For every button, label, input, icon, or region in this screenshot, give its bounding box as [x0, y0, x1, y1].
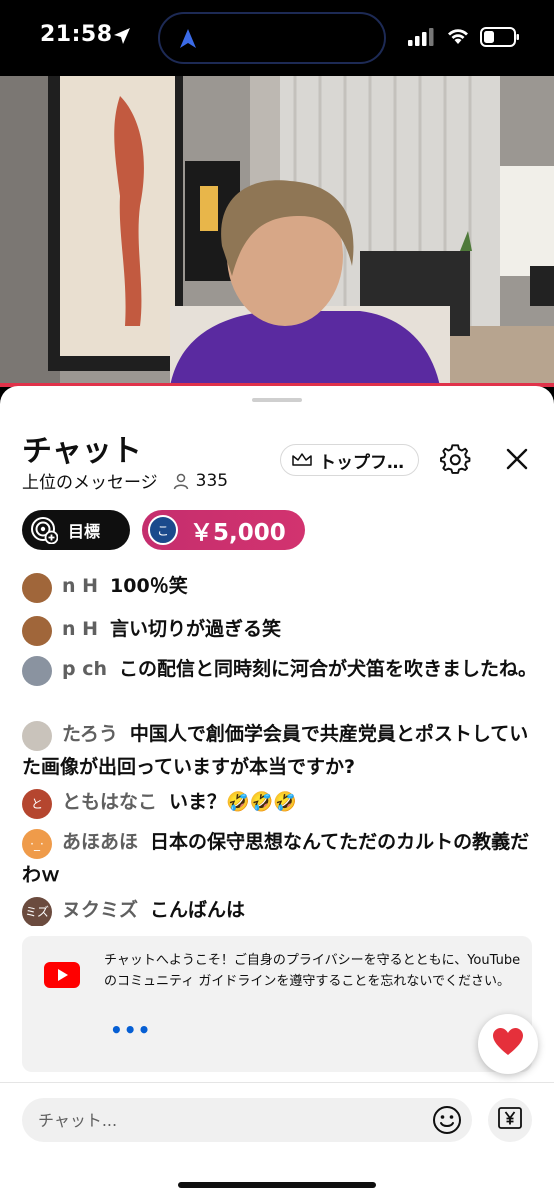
wifi-icon — [446, 26, 470, 50]
avatar — [22, 656, 52, 686]
welcome-banner: チャットへようこそ！ご自身のプライバシーを守るとともに、YouTube のコミュ… — [22, 936, 532, 1072]
message-author[interactable]: n H — [62, 618, 98, 640]
viewer-count: 335 — [195, 470, 229, 491]
chat-title: チャット — [22, 434, 142, 469]
youtube-logo-icon — [44, 962, 80, 992]
goal-label: 目標 — [68, 522, 101, 541]
home-indicator[interactable] — [178, 1182, 376, 1188]
chat-message-list[interactable]: n H 100％笑 n H 言い切りが過ぎる笑 p ch この配信と同時刻に河合が犬笛… — [0, 556, 554, 926]
message-author[interactable]: n H — [62, 575, 98, 597]
list-item: と ともはなこ いま？🤣🤣🤣 — [22, 786, 540, 819]
avatar: ミズ — [22, 897, 52, 926]
divider — [0, 1082, 554, 1083]
avatar — [22, 616, 52, 646]
status-bar: 21:58 — [0, 0, 554, 76]
battery-icon — [480, 27, 520, 51]
avatar: と — [22, 789, 52, 819]
avatar — [22, 721, 52, 751]
emoji-icon[interactable] — [432, 1105, 462, 1139]
message-author[interactable]: あほあほ — [62, 831, 138, 853]
video-player[interactable] — [0, 76, 554, 386]
heart-icon — [492, 1027, 524, 1061]
cellular-signal-icon — [408, 28, 434, 50]
message-author[interactable]: ともはなこ — [62, 791, 157, 813]
message-author[interactable]: p ch — [62, 658, 107, 680]
message-text: こんばんは — [150, 899, 246, 921]
top-fans-label: トップフ… — [319, 452, 404, 473]
target-icon — [30, 516, 58, 544]
message-text: 100％笑 — [110, 575, 188, 597]
superchat-amount: ￥5,000 — [190, 520, 286, 546]
message-author[interactable]: たろう — [62, 723, 118, 745]
video-frame — [0, 76, 554, 386]
chat-filter-dropdown[interactable]: 上位のメッセージ 335 — [22, 468, 229, 494]
message-author[interactable]: ヌクミズ — [62, 899, 138, 921]
list-item: ·_· あほあほ 日本の保守思想なんてただのカルトの教義だわｗ — [22, 826, 540, 892]
crown-icon — [291, 452, 313, 468]
list-item: たろう 中国人で創価学会員で共産党員とポストしていた画像が出回っていますが本当です… — [22, 718, 540, 784]
chat-input[interactable] — [22, 1098, 402, 1142]
yen-icon — [498, 1107, 522, 1133]
navigation-arrow-icon — [178, 28, 198, 54]
avatar: こ — [148, 515, 178, 545]
goal-chip[interactable]: 目標 — [22, 510, 130, 550]
location-arrow-icon — [112, 26, 132, 50]
top-fans-button[interactable]: トップフ… — [280, 444, 419, 476]
chat-input-field[interactable] — [22, 1098, 472, 1142]
dynamic-island — [158, 12, 386, 64]
close-icon[interactable] — [505, 447, 529, 475]
status-time: 21:58 — [40, 22, 113, 47]
message-text: いま？🤣🤣🤣 — [169, 791, 297, 813]
avatar: ·_· — [22, 829, 52, 859]
list-item: ミズ ヌクミズ こんばんは — [22, 894, 540, 926]
superchat-ticker-chip[interactable]: こ ￥5,000 — [142, 510, 305, 550]
more-options-button[interactable]: ••• — [110, 1018, 151, 1042]
welcome-message: チャットへようこそ！ご自身のプライバシーを守るとともに、YouTube のコミュ… — [104, 953, 521, 989]
person-icon — [172, 472, 190, 490]
list-item: n H 言い切りが過ぎる笑 — [22, 613, 540, 646]
superchat-button[interactable] — [488, 1098, 532, 1142]
chat-panel: チャット 上位のメッセージ 335 トップフ… 目標 こ ￥5,000 n H … — [0, 386, 554, 1200]
gear-icon[interactable] — [440, 444, 472, 480]
reaction-heart-button[interactable] — [478, 1014, 538, 1074]
drag-handle[interactable] — [252, 398, 302, 402]
message-text: この配信と同時刻に河合が犬笛を吹きましたね。 — [119, 658, 538, 680]
list-item: n H 100％笑 — [22, 570, 540, 603]
message-text: 言い切りが過ぎる笑 — [110, 618, 282, 640]
chat-filter-label: 上位のメッセージ — [22, 473, 158, 493]
avatar — [22, 573, 52, 603]
list-item: p ch この配信と同時刻に河合が犬笛を吹きましたね。 — [22, 653, 540, 686]
